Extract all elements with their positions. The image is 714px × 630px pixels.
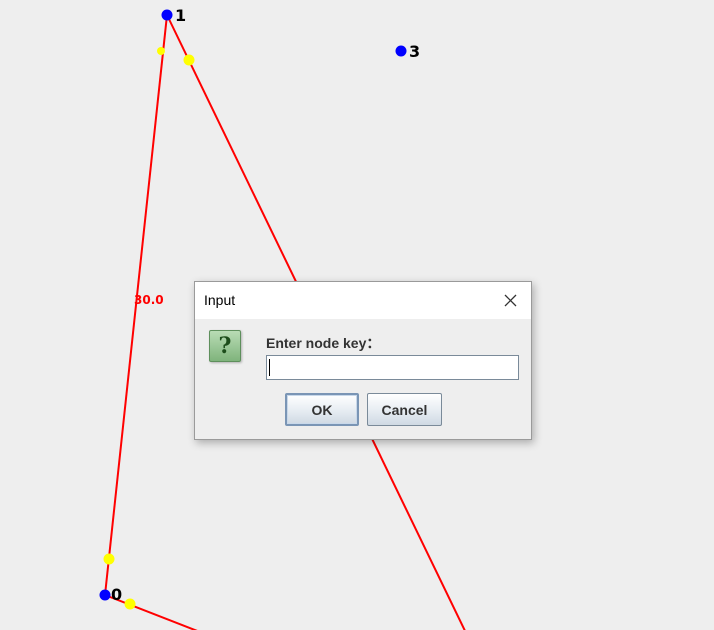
graph-node-1[interactable] (161, 9, 173, 21)
node-label-3: 3 (409, 42, 420, 61)
node-label-0: 0 (111, 585, 122, 604)
text-caret (269, 359, 270, 376)
edge-anchor-point[interactable] (183, 54, 195, 66)
edge-anchor-point[interactable] (124, 598, 136, 610)
input-dialog: Input ? Enter node key： OK Cancel (194, 281, 532, 440)
close-icon (504, 294, 517, 307)
node-key-input[interactable] (266, 355, 519, 380)
cancel-button[interactable]: Cancel (367, 393, 442, 426)
close-button[interactable] (495, 286, 525, 314)
dialog-title: Input (204, 292, 236, 308)
edge-weight-label: 30.0 (134, 293, 164, 307)
prompt-label: Enter node key： (266, 335, 381, 351)
edge-anchor-point[interactable] (157, 47, 165, 55)
edge-anchor-point[interactable] (103, 553, 115, 565)
question-icon: ? (209, 330, 241, 362)
graph-node-0[interactable] (99, 589, 111, 601)
node-label-1: 1 (175, 6, 186, 25)
graph-node-3[interactable] (395, 45, 407, 57)
question-glyph: ? (218, 333, 232, 359)
dialog-titlebar[interactable]: Input (195, 282, 531, 319)
ok-button[interactable]: OK (285, 393, 359, 426)
